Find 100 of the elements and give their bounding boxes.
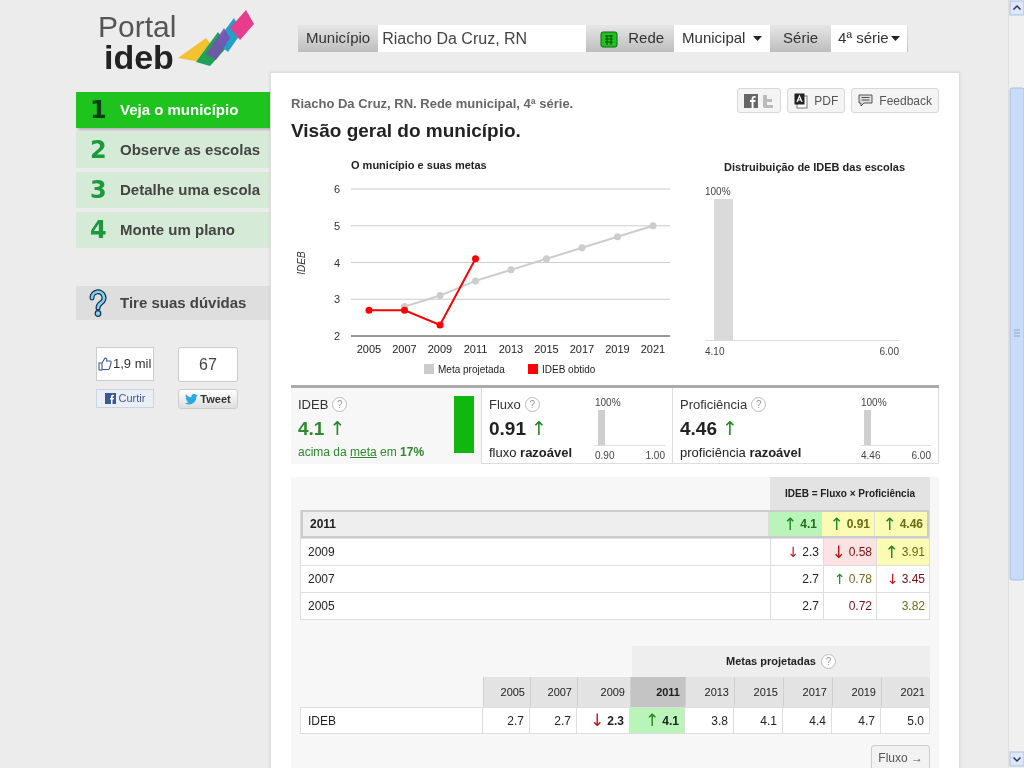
- cell-value: 2.7: [802, 598, 819, 615]
- question-icon: [88, 289, 108, 317]
- x-tick-label: 2015: [534, 343, 559, 355]
- x-tick-label: 2005: [356, 343, 382, 355]
- trend-arrow: ↑: [829, 515, 844, 533]
- municipio-label: Município: [305, 28, 372, 49]
- cell-value: 0.91: [846, 516, 870, 533]
- cell-value: 0.72: [848, 598, 872, 615]
- summary-tab[interactable]: Proficiência ? 4.46 ↑ proficiência razoável 100% 4.46 6.00: [673, 388, 939, 464]
- row-label: IDEB: [307, 712, 337, 730]
- axis-min-label: 0.90: [595, 449, 615, 463]
- trend-arrow: ↓: [590, 712, 605, 729]
- x-tick-label: 2009: [427, 343, 453, 355]
- serie-select[interactable]: 4ª série: [831, 25, 908, 52]
- nav-item[interactable]: 1 Veja o município: [76, 92, 270, 128]
- cell-value: 3.82: [901, 598, 925, 615]
- x-tick-label: 2019: [605, 343, 630, 355]
- like-button[interactable]: Curtir: [96, 389, 154, 408]
- trend-arrow: ↓: [787, 545, 800, 559]
- axis-max-label: 1.00: [645, 449, 665, 463]
- step-number: 3: [90, 178, 108, 202]
- y-tick-label: 3: [333, 293, 340, 306]
- trend-arrow: ↑: [833, 572, 846, 586]
- year-header: 2009: [577, 677, 630, 707]
- axis-max-label: 6.00: [911, 449, 931, 463]
- metric-label: IDEB: [298, 396, 329, 414]
- trend-arrow: ↑: [645, 712, 660, 729]
- y-tick-label: 5: [333, 219, 340, 232]
- x-tick-label: 2013: [498, 343, 524, 355]
- axis-min-label: 4.46: [861, 449, 881, 463]
- scrollbar[interactable]: [1008, 0, 1024, 768]
- cell-value: 2.3: [802, 544, 819, 561]
- next-button[interactable]: Fluxo →: [871, 745, 930, 768]
- summary-tab[interactable]: Fluxo ? 0.91 ↑ fluxo razoável 100% 0.90 1.00: [482, 388, 673, 464]
- facebook-icon: [104, 393, 116, 404]
- rede-select[interactable]: Municipal: [674, 25, 771, 52]
- pdf-icon: [794, 92, 809, 109]
- y-tick-label: 4: [333, 256, 340, 269]
- nav-item[interactable]: 3 Detalhe uma escola: [76, 172, 270, 208]
- step-number: 4: [90, 218, 108, 242]
- data-point: [365, 306, 373, 314]
- municipio-field[interactable]: Riacho Da Cruz, RN: [378, 25, 587, 52]
- year-cell-text: 2007: [307, 571, 336, 588]
- logo-text: ideb: [103, 42, 175, 72]
- facebook-twitter-icon: [744, 92, 775, 109]
- share-button[interactable]: [737, 88, 782, 113]
- data-point: [472, 277, 479, 285]
- mini-chart-bar: [598, 410, 605, 445]
- bird-icon: [185, 393, 199, 405]
- mini-chart-bar: [864, 410, 871, 445]
- pdf-button[interactable]: PDF: [787, 88, 846, 113]
- year-header: 2011: [630, 677, 685, 707]
- status-indicator: [454, 396, 474, 453]
- year-header: 2017: [783, 677, 832, 707]
- nav-item[interactable]: 2 Observe as escolas: [76, 132, 270, 168]
- trend-arrow: ↑: [329, 419, 346, 439]
- meta-link[interactable]: meta: [350, 445, 377, 459]
- year-cell-text: 2011: [309, 516, 338, 533]
- chart-title: Distruibuição de IDEB das escolas: [723, 160, 906, 175]
- bar-label: 100%: [861, 396, 888, 410]
- metric-note: fluxo razoável: [489, 444, 573, 462]
- metric-label: Proficiência: [680, 396, 748, 414]
- metas-title: Metas projetadas: [726, 654, 816, 670]
- serie-label: Série: [782, 28, 820, 49]
- summary-tab[interactable]: IDEB ? 4.1 ↑ acima da meta em 17%: [291, 388, 482, 464]
- grid-icon: [600, 29, 619, 48]
- tweet-button[interactable]: Tweet: [178, 389, 238, 409]
- axis-min-label: 4.10: [705, 344, 725, 359]
- year-header: 2005: [483, 677, 530, 707]
- year-header: 2021: [881, 677, 930, 707]
- help-link[interactable]: Tire suas dúvidas: [76, 286, 270, 320]
- y-tick-label: 2: [333, 330, 340, 342]
- legend-swatch: [528, 364, 538, 374]
- legend-label: IDEB obtido: [542, 364, 596, 375]
- trend-arrow: ↑: [783, 515, 798, 533]
- bar-label: 100%: [595, 396, 622, 410]
- formula-header: IDEB = Fluxo × Proficiência: [770, 477, 930, 510]
- bar-label: 100%: [704, 184, 732, 199]
- x-tick-label: 2021: [640, 343, 666, 355]
- step-number: 1: [90, 98, 108, 122]
- year-cell-text: 2005: [307, 598, 336, 615]
- metric-label: Fluxo: [489, 396, 521, 414]
- year-header: 2015: [734, 677, 783, 707]
- metric-value: 0.91: [489, 416, 526, 441]
- trend-arrow: ↓: [886, 572, 899, 586]
- axis-max-label: 6.00: [879, 344, 899, 359]
- step-number: 2: [90, 138, 108, 162]
- metric-value: 4.46: [680, 416, 717, 441]
- feedback-button[interactable]: Feedback: [851, 88, 939, 113]
- speech-bubble-icon: [858, 93, 874, 108]
- data-point: [472, 255, 479, 263]
- chart-title: O município e suas metas: [351, 159, 487, 171]
- y-tick-label: 6: [333, 183, 340, 195]
- metric-note: proficiência razoável: [680, 444, 802, 462]
- trend-arrow: ↓: [831, 543, 846, 561]
- cell-value: 3.45: [901, 571, 925, 588]
- nav-item[interactable]: 4 Monte um plano: [76, 212, 270, 248]
- table-cell: ↑ 4.1: [629, 708, 684, 733]
- y-axis-label: IDEB: [296, 251, 307, 275]
- year-cell-text: 2009: [307, 544, 336, 561]
